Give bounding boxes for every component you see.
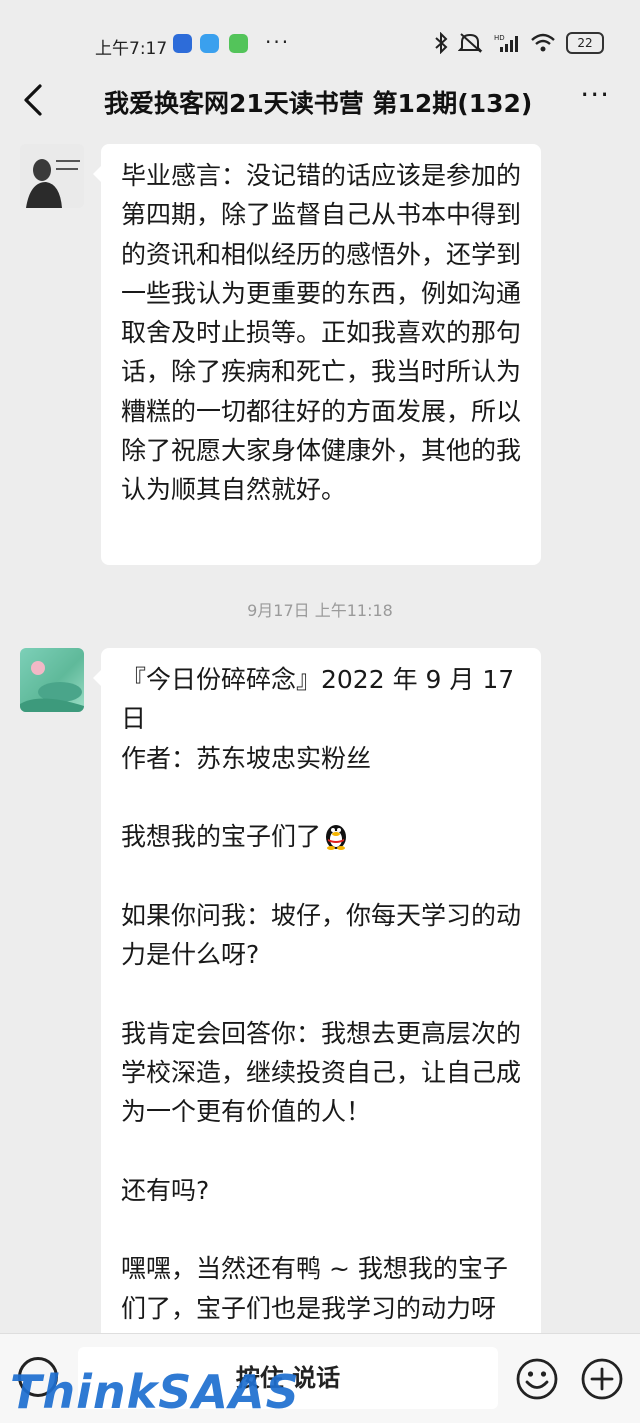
message-bubble[interactable]: 毕业感言：没记错的话应该是参加的第四期，除了监督自己从书本中得到的资讯和相似经历…	[93, 144, 541, 565]
message-paragraph: 我肯定会回答你：我想去更高层次的学校深造，继续投资自己，让自己成为一个更有价值的…	[121, 1018, 522, 1127]
message-timestamp: 9月17日 上午11:18	[247, 601, 393, 620]
avatar-image	[20, 144, 84, 208]
watermark-logo: ThinkSAAS	[10, 1365, 300, 1419]
sender-avatar[interactable]	[20, 144, 84, 208]
svg-text:HD: HD	[494, 34, 505, 42]
avatar-image	[20, 661, 84, 712]
back-arrow-icon[interactable]	[20, 82, 50, 118]
status-bar: 上午7:17 ··· HD 22	[0, 0, 640, 70]
wifi-icon	[531, 33, 555, 52]
battery-icon: 22	[566, 32, 604, 54]
cloud-notification-icon	[200, 34, 219, 53]
message-text: 毕业感言：没记错的话应该是参加的第四期，除了监督自己从书本中得到的资讯和相似经历…	[121, 161, 522, 505]
sender-avatar[interactable]	[20, 648, 84, 712]
message-paragraph: 如果你问我：坡仔，你每天学习的动力是什么呀?	[121, 900, 522, 970]
status-icons: HD 22	[434, 32, 604, 54]
status-time: 上午7:17	[95, 39, 168, 59]
app-notification-icon	[173, 34, 192, 53]
message-paragraph: 作者：苏东坡忠实粉丝	[121, 743, 372, 773]
message-paragraph: 『今日份碎碎念』2022 年 9 月 17 日	[121, 665, 523, 734]
emoji-icon[interactable]	[515, 1357, 559, 1401]
message-paragraph: 我想我的宝子们了	[121, 817, 523, 856]
message-paragraph: 还有吗?	[121, 1175, 210, 1205]
mute-icon	[458, 33, 483, 53]
message-text: 我想我的宝子们了	[121, 822, 322, 852]
chat-title: 我爱换客网21天读书营 第12期(132)	[104, 89, 533, 118]
more-options-icon[interactable]: ···	[580, 78, 610, 111]
bluetooth-icon	[435, 32, 448, 54]
message-bubble[interactable]: 『今日份碎碎念』2022 年 9 月 17 日 作者：苏东坡忠实粉丝 我想我的宝…	[93, 648, 541, 1361]
message-paragraph: 嘿嘿，当然还有鸭 ~ 我想我的宝子们了，宝子们也是我学习的动力呀	[121, 1254, 508, 1323]
plus-icon[interactable]	[580, 1357, 624, 1401]
chat-header: 我爱换客网21天读书营 第12期(132) ···	[0, 70, 640, 132]
more-notifications-icon: ···	[265, 30, 291, 54]
android-notification-icon	[229, 34, 248, 53]
penguin-emoji-icon	[326, 825, 347, 851]
signal-icon: HD	[494, 34, 518, 52]
